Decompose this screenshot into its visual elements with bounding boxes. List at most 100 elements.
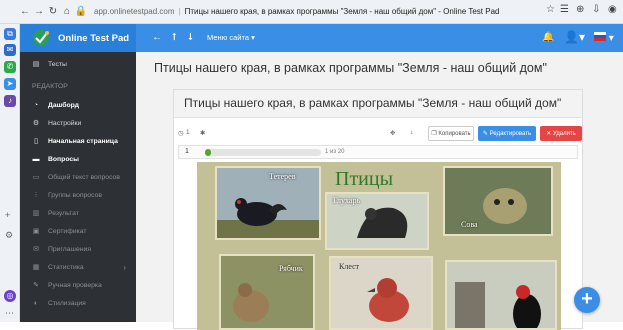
- photo-label-hazel-grouse: Рябчик: [279, 264, 303, 273]
- check-icon: ✎: [33, 281, 39, 289]
- sidebar-item-dashboard[interactable]: ◔ Дашборд: [20, 96, 136, 114]
- chevron-right-icon: ›: [123, 262, 126, 272]
- back-arrow-icon[interactable]: ←: [152, 32, 162, 43]
- download-icon[interactable]: ⭣: [188, 32, 193, 43]
- bookmark-icon[interactable]: ☆: [546, 4, 555, 15]
- language-flag-icon[interactable]: ▾: [594, 32, 614, 44]
- card-title: Птицы нашего края, в рамках программы "З…: [174, 90, 582, 118]
- question-count-icon: ◷: [178, 130, 184, 137]
- sidebar-item-result[interactable]: ▥ Результат: [20, 204, 136, 222]
- add-fab-button[interactable]: +: [574, 287, 600, 313]
- sidebar-item-question-groups[interactable]: ⁝ Группы вопросов: [20, 186, 136, 204]
- downloads-icon[interactable]: ⇩: [592, 4, 600, 15]
- sidebar-item-common-text[interactable]: ▭ Общий текст вопросов: [20, 168, 136, 186]
- sidebar-item-statistics[interactable]: ▦ Статистика ›: [20, 258, 136, 276]
- divider: |: [178, 7, 181, 16]
- settings-small-icon[interactable]: ✱: [200, 129, 205, 137]
- forward-icon[interactable]: →: [32, 6, 46, 17]
- sidebar-item-label: Настройки: [48, 119, 82, 127]
- hazel-grouse-photo: Рябчик: [219, 254, 315, 330]
- rail-music-icon[interactable]: ♪: [4, 95, 16, 107]
- question-progress: 1 1 из 20: [178, 145, 578, 159]
- copy-icon: ❐: [431, 131, 439, 137]
- logo-icon: [33, 30, 49, 46]
- sidebar-item-label: Статистика: [48, 263, 84, 271]
- page-icon: ▯: [34, 137, 38, 145]
- upload-icon[interactable]: ⭡: [172, 32, 177, 43]
- browser-side-rail: ⧉ ✉ ✆ ➤ ♪ + ⚙ ◎ ⋯: [0, 24, 20, 322]
- collage-title: Птицы: [335, 168, 394, 190]
- copy-label: Копировать: [438, 130, 471, 137]
- progress-count: 1 из 20: [325, 149, 345, 155]
- certificate-icon: ▣: [32, 227, 40, 235]
- sidebar-item-label: Приглашения: [48, 245, 92, 253]
- photo-label-owl: Сова: [461, 220, 478, 229]
- question-toolbar: ◷ 1 ✱ ✥ ↕ ❐ Копировать ✎ Редактировать ✕…: [174, 126, 582, 142]
- user-icon[interactable]: 👤▾: [564, 30, 585, 44]
- sidebar-item-label: Тесты: [48, 60, 67, 68]
- owl-photo: Сова: [443, 166, 553, 236]
- sidebar: ▤ Тесты РЕДАКТОР ◔ Дашборд ⚙ Настройки ▯…: [20, 52, 136, 322]
- sidebar-item-start-page[interactable]: ▯ Начальная страница: [20, 132, 136, 150]
- rail-telegram-icon[interactable]: ➤: [4, 78, 16, 90]
- move-icon[interactable]: ✥: [390, 129, 395, 137]
- browser-home-icon[interactable]: ⌂: [60, 6, 74, 17]
- rail-whatsapp-icon[interactable]: ✆: [4, 61, 16, 73]
- back-icon[interactable]: ←: [18, 6, 32, 17]
- brand[interactable]: Online Test Pad: [20, 24, 136, 52]
- chart-icon: ▥: [32, 209, 40, 217]
- photo-label-black-grouse: Тетерев: [269, 172, 296, 181]
- photo-label-capercaillie: Глухарь: [333, 196, 361, 205]
- resize-icon[interactable]: ↕: [410, 129, 413, 136]
- question-count: 1: [186, 129, 190, 136]
- sidebar-item-label: Начальная страница: [48, 137, 118, 145]
- sidebar-item-label: Дашборд: [48, 101, 79, 109]
- capercaillie-photo: Глухарь: [325, 192, 429, 250]
- site-menu-dropdown[interactable]: Меню сайта ▾: [207, 33, 255, 42]
- sidebar-item-styling[interactable]: ◐ Стилизация: [20, 294, 136, 312]
- profile-icon[interactable]: ◉: [608, 4, 617, 15]
- question-card: Птицы нашего края, в рамках программы "З…: [173, 89, 583, 330]
- notifications-icon[interactable]: 🔔: [542, 32, 554, 43]
- sidebar-item-invitations[interactable]: ✉ Приглашения: [20, 240, 136, 258]
- crossbill-photo: Клест: [329, 256, 433, 330]
- sidebar-item-tests[interactable]: ▤ Тесты: [20, 55, 136, 73]
- questions-icon: ▬: [32, 155, 40, 163]
- lock-icon: 🔒: [74, 6, 88, 17]
- sidebar-item-questions[interactable]: ▬ Вопросы: [20, 150, 136, 168]
- page-tab-title: Птицы нашего края, в рамках программы "З…: [184, 7, 500, 16]
- browser-toolbar: ← → ↻ ⌂ 🔒 app.onlinetestpad.com | Птицы …: [0, 0, 623, 24]
- close-icon: ✕: [546, 131, 553, 137]
- document-icon: ▤: [32, 60, 40, 68]
- sidebar-item-manual-check[interactable]: ✎ Ручная проверка: [20, 276, 136, 294]
- rail-settings-icon[interactable]: ⚙: [5, 230, 13, 241]
- reading-icon[interactable]: ☰: [560, 4, 569, 15]
- sidebar-item-label: Общий текст вопросов: [48, 173, 120, 181]
- sidebar-item-label: Сертификат: [48, 227, 87, 235]
- app-header: Online Test Pad ← ⭡ ⭣ Меню сайта ▾ 🔔 👤▾ …: [20, 24, 623, 52]
- rail-assistant-icon[interactable]: ◎: [4, 290, 16, 302]
- rail-more-icon[interactable]: ⋯: [5, 308, 14, 319]
- edit-button[interactable]: ✎ Редактировать: [478, 126, 536, 141]
- invite-icon: ✉: [33, 245, 39, 253]
- palette-icon: ◐: [33, 299, 39, 307]
- delete-button[interactable]: ✕ Удалить: [540, 126, 582, 141]
- rail-messenger-icon[interactable]: ✉: [4, 44, 16, 56]
- sidebar-section-editor: РЕДАКТОР: [32, 83, 68, 90]
- reload-icon[interactable]: ↻: [46, 6, 60, 17]
- main-content: Птицы нашего края, в рамках программы "З…: [136, 52, 623, 330]
- brand-name: Online Test Pad: [58, 32, 130, 44]
- sidebar-item-label: Группы вопросов: [48, 191, 102, 199]
- woodpecker-image: [447, 262, 555, 328]
- sidebar-item-certificate[interactable]: ▣ Сертификат: [20, 222, 136, 240]
- sidebar-item-label: Ручная проверка: [48, 281, 102, 289]
- sidebar-item-settings[interactable]: ⚙ Настройки: [20, 114, 136, 132]
- extensions-icon[interactable]: ⊕: [576, 4, 584, 15]
- rail-app-icon[interactable]: ⧉: [4, 28, 16, 40]
- copy-button[interactable]: ❐ Копировать: [428, 126, 474, 141]
- rail-add-icon[interactable]: +: [5, 210, 10, 220]
- address-bar[interactable]: app.onlinetestpad.com: [94, 7, 175, 16]
- birds-collage-image: Птицы Тетерев Глухарь Сова Рябчик Клест: [197, 162, 561, 330]
- gear-icon: ⚙: [32, 119, 40, 127]
- sidebar-item-label: Стилизация: [48, 299, 86, 307]
